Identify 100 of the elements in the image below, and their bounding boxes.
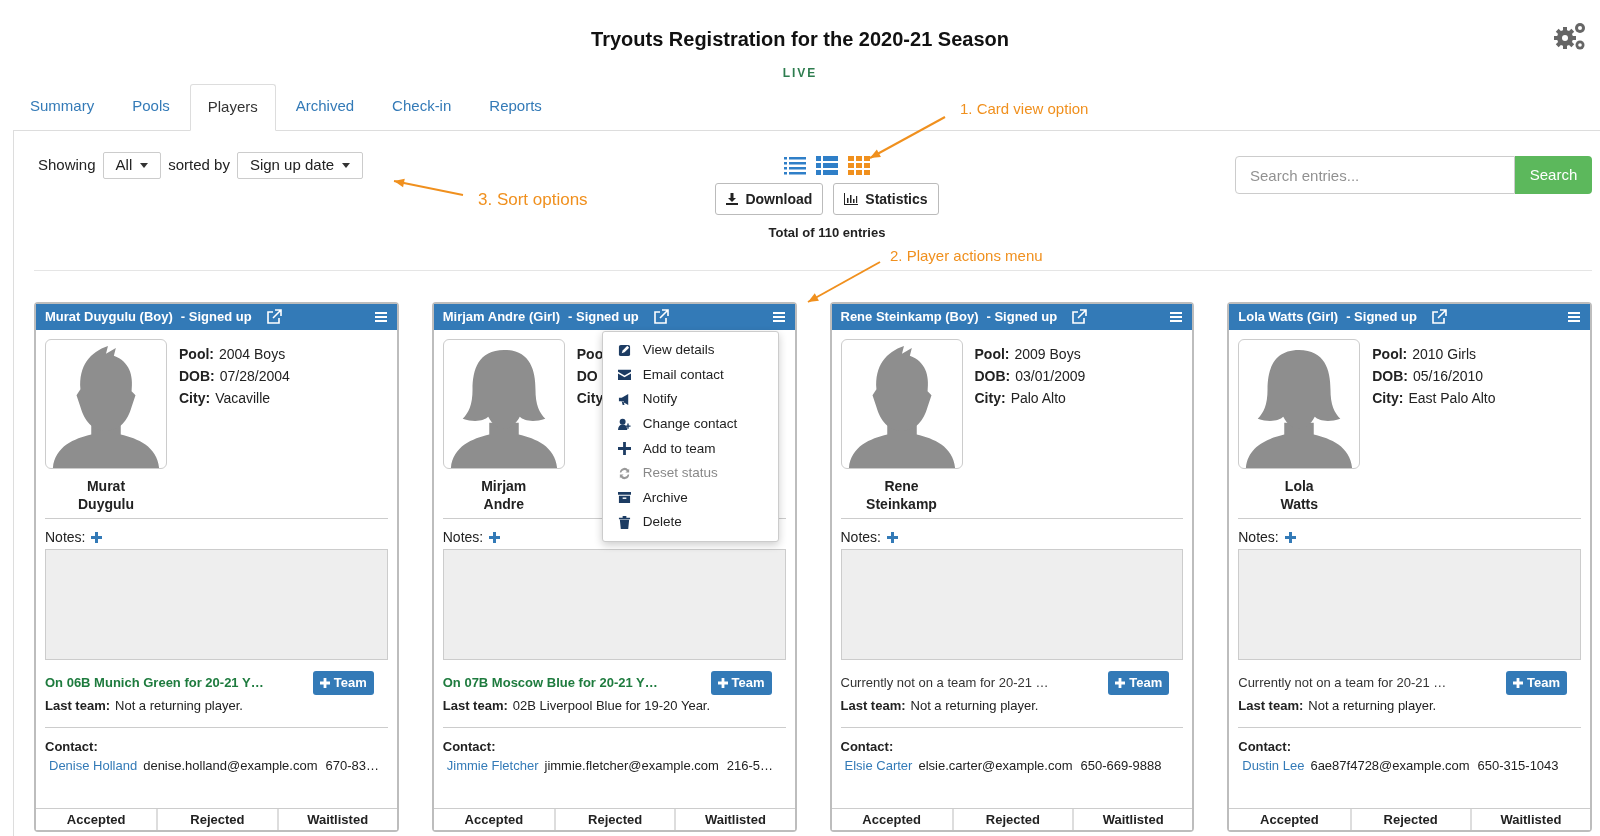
plus-icon[interactable] bbox=[489, 531, 501, 543]
contact-label: Contact: bbox=[45, 738, 99, 756]
edit-icon bbox=[617, 343, 631, 357]
add-team-button[interactable]: Team bbox=[1108, 671, 1170, 695]
menu-item[interactable]: Notify bbox=[602, 387, 778, 412]
plus-icon[interactable] bbox=[1284, 531, 1296, 543]
menu-item[interactable]: Change contact bbox=[602, 411, 778, 437]
last-team-value: Not a returning player. bbox=[1308, 697, 1437, 715]
decision-button[interactable]: Rejected bbox=[1349, 809, 1470, 830]
tab[interactable]: Summary bbox=[12, 83, 113, 130]
grid-icon[interactable] bbox=[848, 155, 870, 175]
add-team-button[interactable]: Team bbox=[1506, 671, 1567, 695]
detail-value: 07/28/2004 bbox=[219, 367, 290, 384]
add-team-button[interactable]: Team bbox=[312, 671, 374, 695]
photo-caption: Rene bbox=[883, 477, 920, 495]
detail-value: 2009 Boys bbox=[1014, 345, 1081, 362]
menu-item[interactable]: Delete bbox=[602, 510, 778, 535]
last-team-label: Last team: bbox=[840, 697, 906, 715]
envelope-icon bbox=[617, 368, 631, 382]
list-icon[interactable] bbox=[784, 155, 806, 175]
decision-button[interactable]: Rejected bbox=[554, 809, 675, 830]
external-link-icon[interactable] bbox=[1430, 309, 1447, 325]
statistics-button[interactable]: Statistics bbox=[833, 183, 939, 215]
detail-label: City: bbox=[1372, 389, 1404, 406]
detail-label: DO bbox=[576, 367, 598, 384]
photo-caption: Murat bbox=[85, 477, 127, 495]
external-link-icon[interactable] bbox=[265, 309, 282, 325]
external-link-icon[interactable] bbox=[1071, 309, 1088, 325]
tab[interactable]: Check-in bbox=[374, 83, 470, 130]
decision-button[interactable]: Waitlisted bbox=[674, 809, 795, 830]
contact-link[interactable]: Dustin Lee bbox=[1242, 756, 1305, 776]
add-team-button[interactable]: Team bbox=[710, 671, 772, 695]
bar-chart-icon bbox=[844, 193, 859, 205]
menu-item[interactable]: Archive bbox=[602, 485, 778, 511]
decision-button[interactable]: Waitlisted bbox=[1469, 809, 1590, 830]
detail-value: 03/01/2009 bbox=[1015, 367, 1086, 384]
menu-icon[interactable] bbox=[1169, 311, 1184, 323]
decision-button[interactable]: Rejected bbox=[951, 809, 1072, 830]
annotation-label: 3. Sort options bbox=[478, 189, 588, 211]
detail-label: Pool: bbox=[1372, 345, 1408, 362]
menu-icon[interactable] bbox=[771, 311, 786, 323]
filter-dropdown[interactable]: All bbox=[102, 152, 162, 179]
signup-status: - Signed up bbox=[568, 308, 639, 327]
plus-icon[interactable] bbox=[91, 531, 103, 543]
decision-button[interactable]: Accepted bbox=[1229, 809, 1350, 830]
annotation-label: 1. Card view option bbox=[960, 99, 1089, 119]
decision-button[interactable]: Rejected bbox=[156, 809, 277, 830]
detail-label: City: bbox=[974, 389, 1006, 406]
search-field[interactable]: Search entries... bbox=[1235, 156, 1515, 194]
detail-label: Pool: bbox=[974, 345, 1010, 362]
plus-icon bbox=[1115, 678, 1126, 688]
player-name: Murat Duygulu (Boy) bbox=[45, 308, 173, 327]
detail-label: DOB: bbox=[1372, 367, 1409, 384]
contact-link[interactable]: Jimmie Fletcher bbox=[446, 756, 539, 776]
list-icon[interactable] bbox=[816, 155, 838, 175]
tab[interactable]: Pools bbox=[114, 83, 188, 130]
archive-icon bbox=[617, 491, 631, 505]
contact-phone: 650-669-9888 bbox=[1080, 757, 1162, 775]
team-status: On 07B Moscow Blue for 20-21 Y… bbox=[442, 674, 658, 693]
contact-link[interactable]: Denise Holland bbox=[49, 756, 138, 776]
player-name: Lola Watts (Girl) bbox=[1238, 308, 1339, 327]
photo-caption: Duygulu bbox=[78, 495, 134, 513]
detail-label: City bbox=[576, 389, 604, 406]
settings-icon[interactable] bbox=[1552, 20, 1588, 52]
menu-icon[interactable] bbox=[1567, 311, 1581, 323]
detail-value: 2004 Boys bbox=[219, 345, 286, 362]
photo-caption: Lola bbox=[1283, 477, 1315, 495]
detail-value: 05/16/2010 bbox=[1413, 367, 1484, 384]
menu-item[interactable]: Email contact bbox=[602, 362, 778, 388]
detail-value: Vacaville bbox=[215, 389, 271, 406]
tab[interactable]: Players bbox=[189, 84, 276, 131]
photo-caption: Mirjam bbox=[481, 477, 527, 495]
notes-label: Notes: bbox=[45, 527, 86, 547]
live-label: LIVE bbox=[782, 65, 818, 82]
sort-dropdown[interactable]: Sign up date bbox=[236, 152, 364, 179]
menu-item[interactable]: Add to team bbox=[602, 436, 778, 461]
download-button[interactable]: Download bbox=[715, 183, 824, 215]
decision-button[interactable]: Waitlisted bbox=[1072, 809, 1193, 830]
contact-label: Contact: bbox=[442, 738, 497, 756]
menu-icon[interactable] bbox=[373, 311, 388, 323]
decision-button[interactable]: Accepted bbox=[433, 809, 554, 830]
tab[interactable]: Archived bbox=[277, 83, 373, 130]
menu-item[interactable]: View details bbox=[602, 338, 778, 363]
plus-icon[interactable] bbox=[886, 531, 898, 543]
contact-link[interactable]: Elsie Carter bbox=[844, 756, 913, 776]
detail-label: Pool: bbox=[179, 345, 214, 362]
signup-status: - Signed up bbox=[986, 308, 1058, 327]
contact-label: Contact: bbox=[840, 738, 895, 756]
decision-button[interactable]: Waitlisted bbox=[276, 809, 397, 830]
last-team-label: Last team: bbox=[1238, 697, 1304, 715]
contact-phone: 216-5… bbox=[726, 757, 774, 775]
external-link-icon[interactable] bbox=[652, 309, 669, 325]
plus-icon bbox=[717, 678, 728, 688]
trash-icon bbox=[617, 515, 631, 529]
decision-button[interactable]: Accepted bbox=[831, 809, 952, 830]
megaphone-icon bbox=[617, 393, 631, 406]
contact-label: Contact: bbox=[1238, 738, 1292, 756]
detail-label: City: bbox=[179, 389, 211, 406]
tab[interactable]: Reports bbox=[471, 83, 560, 130]
decision-button[interactable]: Accepted bbox=[36, 809, 157, 830]
